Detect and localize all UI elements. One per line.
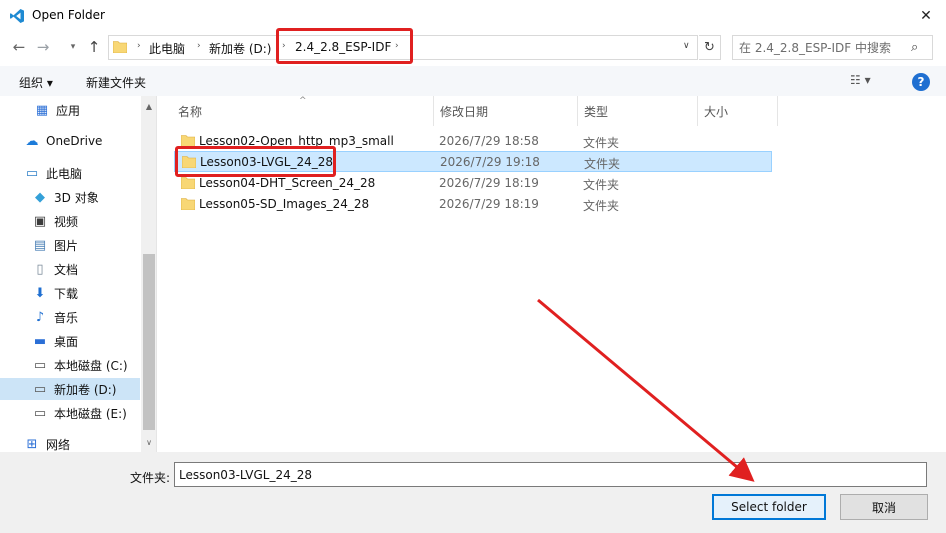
- search-input[interactable]: [733, 36, 908, 59]
- help-icon[interactable]: ?: [912, 73, 930, 91]
- folder-field-label: 文件夹:: [130, 471, 171, 485]
- folder-icon: [113, 41, 127, 53]
- drive-e-icon: ▭: [33, 405, 47, 421]
- file-type: 文件夹: [583, 136, 620, 150]
- picture-icon: ▤: [33, 237, 47, 253]
- title-bar: Open Folder ✕: [0, 0, 946, 32]
- sidebar-item-label: 图片: [54, 238, 79, 253]
- file-date: 2026/7/29 19:18: [440, 155, 540, 169]
- annotation-box-address: [276, 28, 413, 64]
- apps-icon: ▦: [35, 102, 49, 118]
- address-dropdown-icon[interactable]: ∨: [683, 41, 690, 51]
- sidebar-item-videos[interactable]: ▣ 视频: [0, 210, 140, 232]
- computer-icon: ▭: [25, 165, 39, 181]
- refresh-icon[interactable]: ↻: [699, 35, 721, 60]
- select-folder-button[interactable]: Select folder: [712, 494, 826, 520]
- sidebar-item-label: 本地磁盘 (C:): [54, 358, 128, 373]
- folder-name-input[interactable]: [174, 462, 927, 487]
- sidebar-item-downloads[interactable]: ⬇ 下载: [0, 282, 140, 304]
- sidebar-item-label: 3D 对象: [54, 190, 99, 205]
- cube-icon: ◆: [35, 189, 45, 205]
- sidebar-item-drive-e[interactable]: ▭ 本地磁盘 (E:): [0, 402, 140, 424]
- breadcrumb-separator-icon[interactable]: ›: [137, 41, 141, 51]
- recent-locations-chevron-icon[interactable]: ▾: [63, 35, 83, 59]
- sidebar-item-network[interactable]: ⊞ 网络: [0, 433, 140, 452]
- search-box: ⌕: [732, 35, 933, 60]
- vscode-icon: [10, 9, 24, 23]
- network-icon: ⊞: [26, 436, 38, 452]
- toolbar: 组织 ▾ 新建文件夹 ☷ ▾ ?: [0, 66, 946, 96]
- forward-arrow-icon[interactable]: →: [33, 35, 53, 59]
- scroll-up-icon[interactable]: ▲: [141, 98, 156, 114]
- annotation-box-selected-folder: [175, 146, 336, 177]
- sidebar-item-label: 桌面: [54, 334, 79, 349]
- window-title: Open Folder: [32, 8, 105, 22]
- cloud-icon: ☁: [25, 133, 39, 149]
- sidebar-item-label: 网络: [46, 437, 71, 452]
- sidebar-item-label: OneDrive: [46, 134, 103, 148]
- scrollbar-thumb[interactable]: [143, 254, 155, 430]
- back-arrow-icon[interactable]: ←: [9, 35, 29, 59]
- cancel-button[interactable]: 取消: [840, 494, 928, 520]
- sidebar-item-label: 应用: [56, 103, 81, 118]
- download-icon: ⬇: [34, 285, 46, 301]
- document-icon: ▯: [36, 261, 44, 277]
- file-type: 文件夹: [583, 178, 620, 192]
- column-header-size[interactable]: 大小: [698, 96, 778, 126]
- column-header-name[interactable]: 名称: [172, 96, 434, 126]
- folder-icon: [181, 198, 195, 210]
- organize-button[interactable]: 组织 ▾: [19, 74, 53, 91]
- column-header-date[interactable]: 修改日期: [434, 96, 578, 126]
- file-date: 2026/7/29 18:19: [439, 197, 539, 211]
- file-row[interactable]: Lesson05-SD_Images_24_28 2026/7/29 18:19…: [174, 194, 772, 215]
- sidebar-item-pictures[interactable]: ▤ 图片: [0, 234, 140, 256]
- desktop-icon: ▬: [33, 333, 47, 349]
- video-icon: ▣: [33, 213, 47, 229]
- bottom-panel: 文件夹: Select folder 取消: [0, 452, 946, 533]
- sidebar-item-drive-c[interactable]: ▭ 本地磁盘 (C:): [0, 354, 140, 376]
- sidebar-item-label: 新加卷 (D:): [54, 382, 117, 397]
- drive-c-icon: ▭: [33, 357, 47, 373]
- column-header-type[interactable]: 类型: [578, 96, 698, 126]
- sidebar-item-documents[interactable]: ▯ 文档: [0, 258, 140, 280]
- sidebar-item-drive-d[interactable]: ▭ 新加卷 (D:): [0, 378, 140, 400]
- view-options-icon[interactable]: ☷ ▾: [850, 73, 871, 87]
- file-date: 2026/7/29 18:58: [439, 134, 539, 148]
- sidebar-item-3d-objects[interactable]: ◆ 3D 对象: [0, 186, 140, 208]
- breadcrumb-this-pc[interactable]: 此电脑: [149, 40, 185, 57]
- file-date: 2026/7/29 18:19: [439, 176, 539, 190]
- sidebar-item-label: 文档: [54, 262, 79, 277]
- sidebar-item-label: 本地磁盘 (E:): [54, 406, 127, 421]
- sidebar-item-this-pc[interactable]: ▭ 此电脑: [0, 162, 140, 184]
- sidebar-item-label: 下载: [54, 286, 79, 301]
- folder-icon: [181, 177, 195, 189]
- sidebar-item-label: 此电脑: [46, 166, 83, 181]
- file-name: Lesson04-DHT_Screen_24_28: [199, 176, 376, 190]
- sidebar-item-music[interactable]: ♪ 音乐: [0, 306, 140, 328]
- search-icon[interactable]: ⌕: [911, 40, 918, 55]
- sidebar-item-apps[interactable]: ▦ 应用: [0, 99, 140, 121]
- file-type: 文件夹: [584, 157, 621, 171]
- scroll-down-icon[interactable]: ∨: [141, 434, 156, 450]
- new-folder-button[interactable]: 新建文件夹: [86, 74, 146, 91]
- sidebar-item-onedrive[interactable]: ☁ OneDrive: [0, 130, 140, 152]
- sidebar-item-label: 视频: [54, 214, 79, 229]
- sidebar-item-label: 音乐: [54, 310, 79, 325]
- up-arrow-icon[interactable]: ↑: [84, 35, 104, 59]
- drive-d-icon: ▭: [33, 381, 47, 397]
- navigation-pane: ▦ 应用 ☁ OneDrive ▭ 此电脑 ◆ 3D 对象 ▣ 视频 ▤ 图片 …: [0, 96, 157, 452]
- sidebar-item-desktop[interactable]: ▬ 桌面: [0, 330, 140, 352]
- sidebar-scrollbar[interactable]: ▲ ∨: [141, 96, 156, 452]
- breadcrumb-separator-icon[interactable]: ›: [197, 41, 201, 51]
- file-name: Lesson05-SD_Images_24_28: [199, 197, 370, 211]
- breadcrumb-drive-d[interactable]: 新加卷 (D:): [209, 40, 271, 57]
- close-icon[interactable]: ✕: [906, 0, 946, 32]
- file-type: 文件夹: [583, 199, 620, 213]
- music-icon: ♪: [35, 309, 45, 325]
